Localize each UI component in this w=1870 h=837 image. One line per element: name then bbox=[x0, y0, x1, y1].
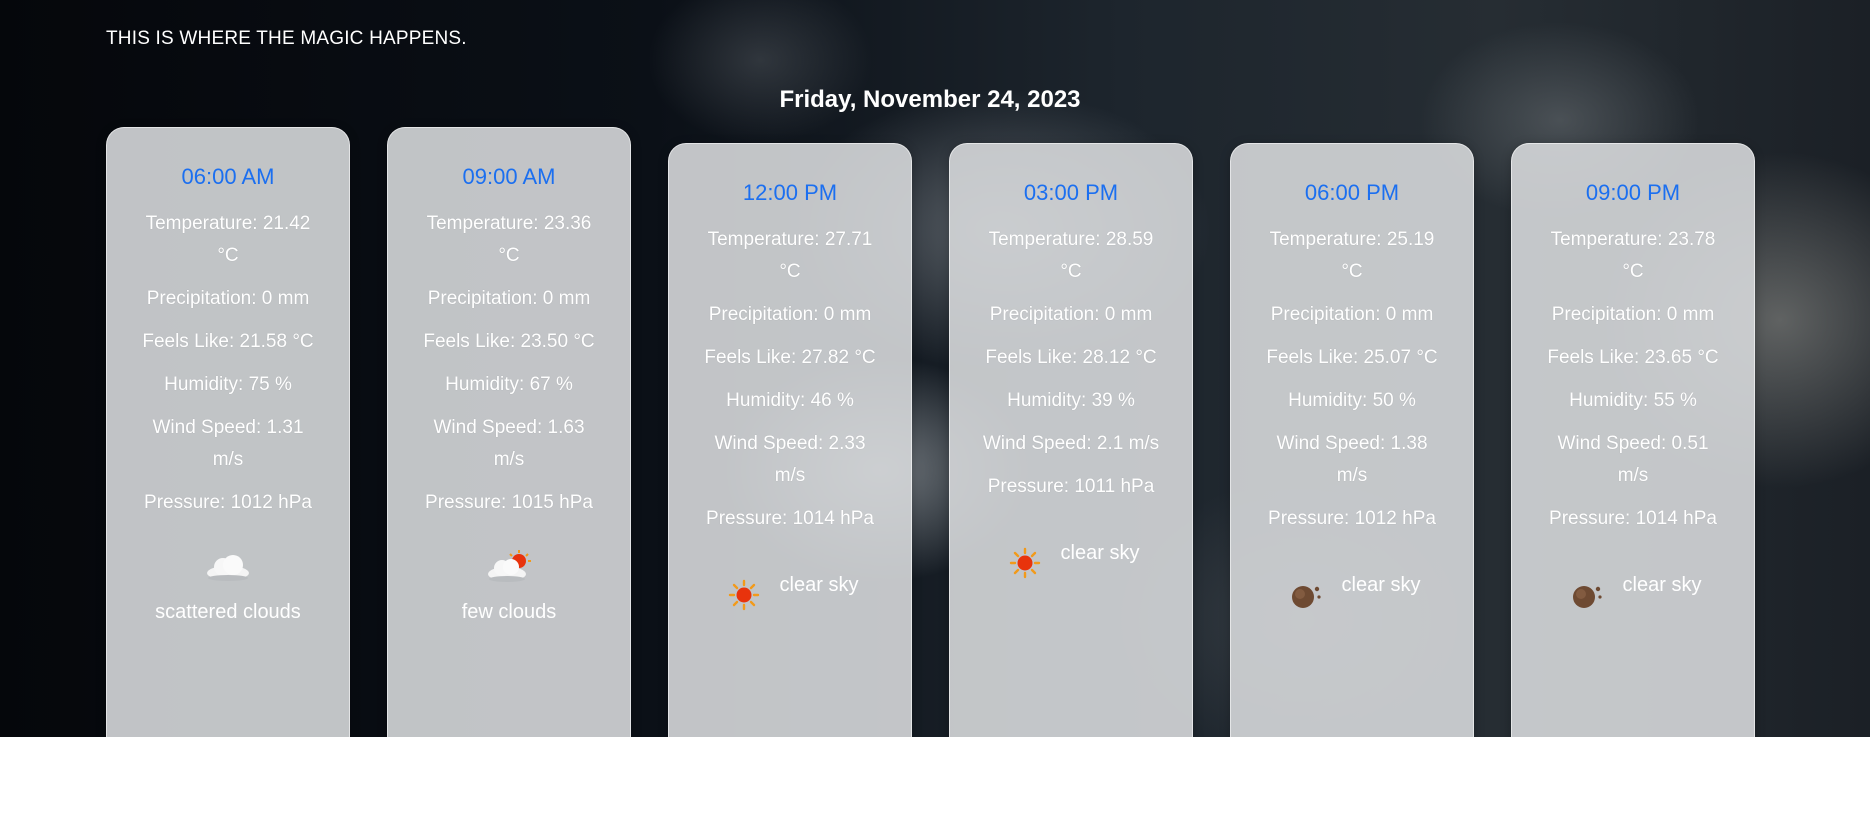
wind-speed-value: Wind Speed: 2.1 m/s bbox=[982, 433, 1160, 454]
temperature-value: Temperature: 28.59 °C bbox=[988, 229, 1154, 282]
forecast-time: 06:00 PM bbox=[1304, 180, 1400, 205]
weather-description: clear sky bbox=[779, 573, 859, 596]
sun-icon bbox=[722, 563, 766, 617]
pressure-value: Pressure: 1014 hPa bbox=[1549, 508, 1717, 529]
weather-description: clear sky bbox=[1341, 573, 1421, 596]
pressure-value: Pressure: 1012 hPa bbox=[144, 492, 312, 513]
feels-like-value: Feels Like: 21.58 °C bbox=[142, 331, 314, 352]
moon-icon bbox=[1565, 563, 1609, 617]
sun-icon bbox=[1003, 531, 1047, 585]
forecast-time: 09:00 PM bbox=[1585, 180, 1681, 205]
date-heading: Friday, November 24, 2023 bbox=[779, 86, 1081, 113]
temperature-value: Temperature: 25.19 °C bbox=[1269, 229, 1435, 282]
precipitation-value: Precipitation: 0 mm bbox=[146, 288, 310, 309]
pressure-value: Pressure: 1015 hPa bbox=[425, 492, 593, 513]
forecast-card: 12:00 PM Temperature: 27.71 °C Precipita… bbox=[668, 143, 912, 737]
forecast-time: 03:00 PM bbox=[1023, 180, 1119, 205]
forecast-card: 09:00 PM Temperature: 23.78 °C Precipita… bbox=[1511, 143, 1755, 737]
humidity-value: Humidity: 46 % bbox=[726, 390, 854, 411]
precipitation-value: Precipitation: 0 mm bbox=[708, 304, 872, 325]
weather-description: clear sky bbox=[1060, 541, 1140, 564]
forecast-time: 06:00 AM bbox=[181, 164, 275, 189]
wind-speed-value: Wind Speed: 1.63 m/s bbox=[433, 417, 585, 470]
temperature-value: Temperature: 23.78 °C bbox=[1550, 229, 1716, 282]
feels-like-value: Feels Like: 23.50 °C bbox=[423, 331, 595, 352]
temperature-value: Temperature: 27.71 °C bbox=[707, 229, 873, 282]
feels-like-value: Feels Like: 28.12 °C bbox=[985, 347, 1157, 368]
feels-like-value: Feels Like: 25.07 °C bbox=[1266, 347, 1438, 368]
humidity-value: Humidity: 39 % bbox=[1007, 390, 1135, 411]
weather-description: scattered clouds bbox=[155, 601, 301, 623]
pressure-value: Pressure: 1011 hPa bbox=[987, 476, 1155, 497]
temperature-value: Temperature: 21.42 °C bbox=[145, 213, 311, 266]
weather-description: clear sky bbox=[1622, 573, 1702, 596]
forecast-card: 09:00 AM Temperature: 23.36 °C Precipita… bbox=[387, 127, 631, 737]
humidity-value: Humidity: 67 % bbox=[445, 374, 573, 395]
precipitation-value: Precipitation: 0 mm bbox=[1551, 304, 1715, 325]
humidity-value: Humidity: 50 % bbox=[1288, 390, 1416, 411]
forecast-card: 03:00 PM Temperature: 28.59 °C Precipita… bbox=[949, 143, 1193, 737]
scattered-clouds-icon bbox=[107, 547, 349, 587]
moon-icon bbox=[1284, 563, 1328, 617]
forecast-time: 09:00 AM bbox=[462, 164, 556, 189]
few-clouds-icon bbox=[388, 547, 630, 587]
pressure-value: Pressure: 1014 hPa bbox=[706, 508, 874, 529]
hero-background: THIS IS WHERE THE MAGIC HAPPENS. Friday,… bbox=[0, 0, 1870, 737]
precipitation-value: Precipitation: 0 mm bbox=[989, 304, 1153, 325]
feels-like-value: Feels Like: 27.82 °C bbox=[704, 347, 876, 368]
humidity-value: Humidity: 55 % bbox=[1569, 390, 1697, 411]
wind-speed-value: Wind Speed: 2.33 m/s bbox=[714, 433, 866, 486]
wind-speed-value: Wind Speed: 1.31 m/s bbox=[152, 417, 304, 470]
humidity-value: Humidity: 75 % bbox=[164, 374, 292, 395]
forecast-card: 06:00 PM Temperature: 25.19 °C Precipita… bbox=[1230, 143, 1474, 737]
weather-description: few clouds bbox=[461, 601, 557, 623]
feels-like-value: Feels Like: 23.65 °C bbox=[1547, 347, 1719, 368]
pressure-value: Pressure: 1012 hPa bbox=[1268, 508, 1436, 529]
wind-speed-value: Wind Speed: 1.38 m/s bbox=[1276, 433, 1428, 486]
precipitation-value: Precipitation: 0 mm bbox=[1270, 304, 1434, 325]
forecast-time: 12:00 PM bbox=[742, 180, 838, 205]
tagline: THIS IS WHERE THE MAGIC HAPPENS. bbox=[106, 28, 467, 49]
forecast-card: 06:00 AM Temperature: 21.42 °C Precipita… bbox=[106, 127, 350, 737]
precipitation-value: Precipitation: 0 mm bbox=[427, 288, 591, 309]
temperature-value: Temperature: 23.36 °C bbox=[426, 213, 592, 266]
wind-speed-value: Wind Speed: 0.51 m/s bbox=[1557, 433, 1709, 486]
